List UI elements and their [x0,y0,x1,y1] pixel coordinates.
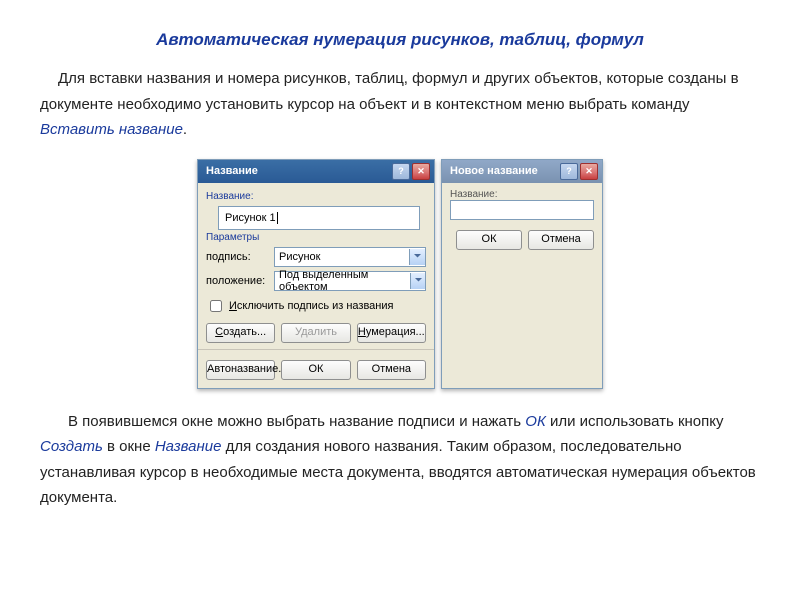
exclude-label-text: Исключить подпись из названия [229,300,393,312]
chevron-down-icon [410,273,425,289]
para2-ok: ОК [525,413,546,430]
close-button[interactable]: ✕ [412,163,430,180]
page-title: Автоматическая нумерация рисунков, табли… [40,30,760,50]
new-caption-dialog: Новое название ? ✕ Название: ОК Отмена [441,159,603,389]
caption-dialog-title: Название [206,165,258,177]
para1-text-a: Для вставки названия и номера рисунков, … [40,70,739,113]
cancel-button[interactable]: Отмена [528,230,594,250]
para2-c: в окне [103,438,155,455]
new-caption-dialog-titlebar: Новое название ? ✕ [442,160,602,183]
ok-button[interactable]: ОК [281,360,350,380]
para2-a: В появившемся окне можно выбрать названи… [68,413,525,430]
caption-value-field[interactable]: Рисунок 1 [218,206,420,230]
caption-value-text: Рисунок 1 [225,212,276,224]
new-caption-dialog-title: Новое название [450,165,538,177]
cancel-button[interactable]: Отмена [357,360,426,380]
caption-dialog-titlebar: Название ? ✕ [198,160,434,183]
chevron-down-icon [409,249,425,265]
position-value: Под выделенным объектом [279,269,410,293]
help-button[interactable]: ? [392,163,410,180]
section-name-label: Название: [206,191,426,202]
exclude-label-checkbox[interactable] [210,300,222,312]
para2-b: или использовать кнопку [546,413,724,430]
para2-name: Название [155,438,222,455]
podpis-value: Рисунок [279,251,321,263]
outro-paragraph: В появившемся окне можно выбрать названи… [40,409,760,511]
numbering-button[interactable]: Нумерация... [357,323,426,343]
caption-dialog: Название ? ✕ Название: Рисунок 1 Парамет… [197,159,435,389]
position-label: положение: [206,275,268,287]
podpis-label: подпись: [206,251,268,263]
new-caption-input[interactable] [450,200,594,220]
dialog-screenshots: Название ? ✕ Название: Рисунок 1 Парамет… [197,159,603,389]
intro-paragraph: Для вставки названия и номера рисунков, … [40,66,760,143]
podpis-combobox[interactable]: Рисунок [274,247,426,267]
autocaption-button[interactable]: Автоназвание... [206,360,275,380]
position-combobox[interactable]: Под выделенным объектом [274,271,426,291]
ok-button[interactable]: ОК [456,230,522,250]
para1-text-b: . [183,121,187,138]
section-params-label: Параметры [206,232,426,243]
create-button[interactable]: Создать... [206,323,275,343]
close-button[interactable]: ✕ [580,163,598,180]
para1-emph: Вставить название [40,121,183,138]
delete-button: Удалить [281,323,350,343]
help-button[interactable]: ? [560,163,578,180]
new-caption-label: Название: [450,189,594,200]
para2-create: Создать [40,438,103,455]
